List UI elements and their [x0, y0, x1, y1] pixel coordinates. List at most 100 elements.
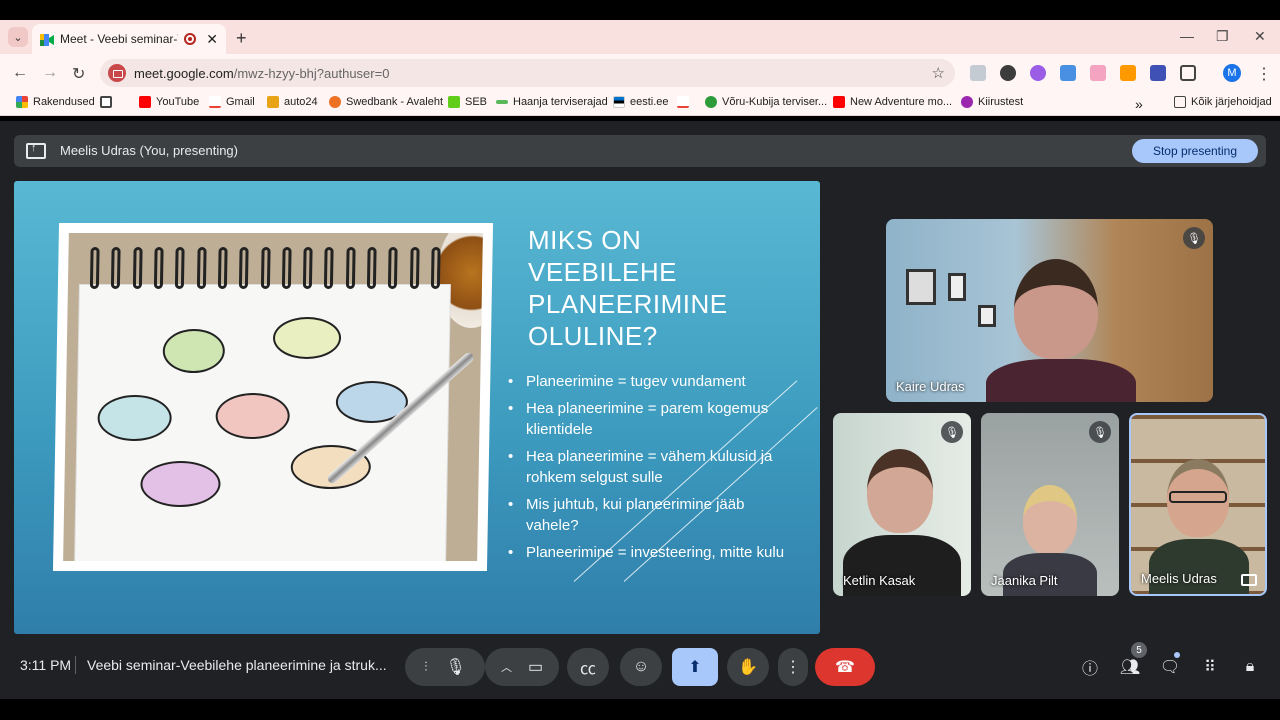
youtube-icon [139, 96, 151, 108]
chat-icon[interactable]: 🗨︎ [1157, 654, 1183, 680]
glasses [1169, 491, 1227, 503]
youtube-icon [833, 96, 845, 108]
extension-gear-icon[interactable] [1030, 65, 1046, 81]
participant-count-badge: 5 [1131, 642, 1147, 658]
mic-off-icon: 🎙︎ [1183, 227, 1205, 249]
bookmark-seb[interactable]: SEB [448, 96, 487, 108]
tab-title: Meet - Veebi seminar-Veeb [60, 32, 178, 46]
bookmark-youtube[interactable]: YouTube [139, 96, 199, 108]
slide-bullet: Hea planeerimine = vähem kulusid ja rohk… [508, 446, 788, 488]
present-button[interactable]: ⬆ [672, 648, 718, 686]
apps-grid-icon [16, 96, 28, 108]
notebook-mindmap-image [63, 233, 483, 561]
extension-amazon-icon[interactable] [1120, 65, 1136, 81]
all-bookmarks[interactable]: Kõik järjehoidjad [1174, 96, 1272, 108]
reactions-button[interactable]: ☺ [620, 648, 662, 686]
bookmark-star-icon[interactable]: ☆ [932, 64, 945, 82]
participant-face [1014, 259, 1098, 359]
presentation-slide: MIKS ON VEEBILEHE PLANEERIMINE OLULINE? … [14, 181, 820, 634]
slide-bullet: Hea planeerimine = parem kogemus klienti… [508, 398, 788, 440]
meeting-title: Veebi seminar-Veebilehe planeerimine ja … [87, 657, 387, 673]
mindmap-node [97, 395, 173, 441]
presenting-label: Meelis Udras (You, presenting) [60, 143, 238, 158]
extension-square-icon[interactable] [1090, 65, 1106, 81]
bookmarks-overflow-icon[interactable]: » [1135, 96, 1143, 112]
window-close-icon[interactable]: ✕ [1254, 28, 1266, 45]
chat-notification-dot [1174, 652, 1180, 658]
extension-badge-icon[interactable] [1150, 65, 1166, 81]
bookmark-kiirustest[interactable]: Kiirustest [961, 96, 1023, 108]
extension-tag-icon[interactable] [1060, 65, 1076, 81]
profile-avatar[interactable]: M [1223, 64, 1241, 82]
bookmark-eesti[interactable]: eesti.ee [613, 96, 669, 108]
extension-code-icon[interactable] [970, 65, 986, 81]
meet-stage: Meelis Udras (You, presenting) Stop pres… [0, 121, 1280, 699]
site-camera-icon [108, 64, 126, 82]
reload-icon[interactable]: ↻ [72, 64, 85, 84]
back-arrow-icon[interactable]: ← [12, 64, 28, 82]
tab-search-chevron-icon[interactable]: ⌄ [8, 27, 28, 47]
browser-menu-icon[interactable]: ⋮ [1256, 64, 1272, 84]
leave-call-button[interactable]: ☎ [815, 648, 875, 686]
participant-tile-ketlin[interactable]: 🎙︎ Ketlin Kasak [833, 413, 971, 596]
meeting-info-icon[interactable]: ⓘ [1077, 654, 1103, 680]
grid-icon [100, 96, 112, 108]
browser-toolbar: ← → ↻ meet.google.com/mwz-hzyy-bhj?authu… [0, 54, 1280, 92]
screen: ⌄ Meet - Veebi seminar-Veeb ✕ + — ❐ ✕ ← … [0, 0, 1280, 720]
participant-tile-jaanika[interactable]: 🎙︎ Jaanika Pilt [981, 413, 1119, 596]
mindmap-node [272, 317, 342, 359]
chevron-up-icon[interactable]: ︿ [501, 659, 512, 675]
present-screen-icon: ⬆ [688, 659, 702, 676]
hand-icon: ✋ [738, 659, 758, 676]
host-controls-icon[interactable]: 🔒︎ [1237, 654, 1263, 680]
participant-name: Meelis Udras [1141, 571, 1217, 586]
meeting-time: 3:11 PM [20, 657, 72, 673]
presenting-bar: Meelis Udras (You, presenting) Stop pres… [14, 135, 1266, 167]
bookmark-haanja[interactable]: Haanja terviserajad [496, 96, 608, 108]
wall-frame [948, 273, 966, 301]
forward-arrow-icon[interactable]: → [42, 64, 58, 82]
camera-button[interactable]: ︿ ▭ [485, 648, 559, 686]
raise-hand-button[interactable]: ✋ [727, 648, 769, 686]
captions-icon: ㏄ [579, 661, 596, 678]
mic-off-icon: 🎙︎ [941, 421, 963, 443]
stop-presenting-button[interactable]: Stop presenting [1132, 139, 1258, 163]
captions-button[interactable]: ㏄ [567, 648, 609, 686]
bookmark-auto24[interactable]: auto24 [267, 96, 318, 108]
bookmark-swedbank[interactable]: Swedbank - Avaleht [329, 96, 443, 108]
bookmark-grid[interactable] [100, 96, 112, 108]
wall-frame [978, 305, 996, 327]
url-text: meet.google.com/mwz-hzyy-bhj?authuser=0 [134, 65, 390, 81]
pip-icon[interactable] [1241, 574, 1257, 586]
slide-photo-frame [52, 223, 494, 571]
haanja-icon [496, 100, 508, 104]
more-vert-icon: ⋮ [785, 659, 801, 676]
kiirustest-icon [961, 96, 973, 108]
camera-icon: ▭ [527, 659, 544, 676]
extension-k-icon[interactable] [1000, 65, 1016, 81]
extensions-puzzle-icon[interactable] [1180, 65, 1196, 81]
browser-tab-meet[interactable]: Meet - Veebi seminar-Veeb ✕ [32, 24, 226, 54]
bookmark-rakendused[interactable]: Rakendused [16, 96, 95, 108]
recording-indicator-icon [184, 33, 197, 45]
participant-body [986, 359, 1136, 402]
bookmark-gmail-2[interactable] [677, 96, 689, 108]
slide-bullet: Planeerimine = tugev vundament [508, 371, 788, 392]
eesti-flag-icon [613, 96, 625, 108]
tab-close-icon[interactable]: ✕ [206, 31, 218, 48]
minimize-icon[interactable]: — [1180, 28, 1194, 44]
bookmark-gmail[interactable]: Gmail [209, 96, 255, 108]
participant-name: Kaire Udras [896, 379, 965, 394]
restore-icon[interactable]: ❐ [1216, 28, 1229, 45]
activities-icon[interactable]: ⠿ [1197, 654, 1223, 680]
bookmark-voru[interactable]: Võru-Kubija terviser... [705, 96, 827, 108]
address-bar[interactable]: meet.google.com/mwz-hzyy-bhj?authuser=0 … [100, 59, 955, 87]
bookmark-new-adventure[interactable]: New Adventure mo... [833, 96, 952, 108]
new-tab-plus-icon[interactable]: + [236, 28, 247, 49]
more-options-button[interactable]: ⋮ [778, 648, 808, 686]
gmail-icon [209, 96, 221, 108]
slide-title: MIKS ON VEEBILEHE PLANEERIMINE OLULINE? [528, 225, 728, 351]
participant-tile-meelis[interactable]: Meelis Udras [1129, 413, 1267, 596]
participant-tile-kaire[interactable]: 🎙︎ Kaire Udras [886, 219, 1213, 402]
microphone-button[interactable]: ⫶ 🎙︎ [405, 648, 485, 686]
